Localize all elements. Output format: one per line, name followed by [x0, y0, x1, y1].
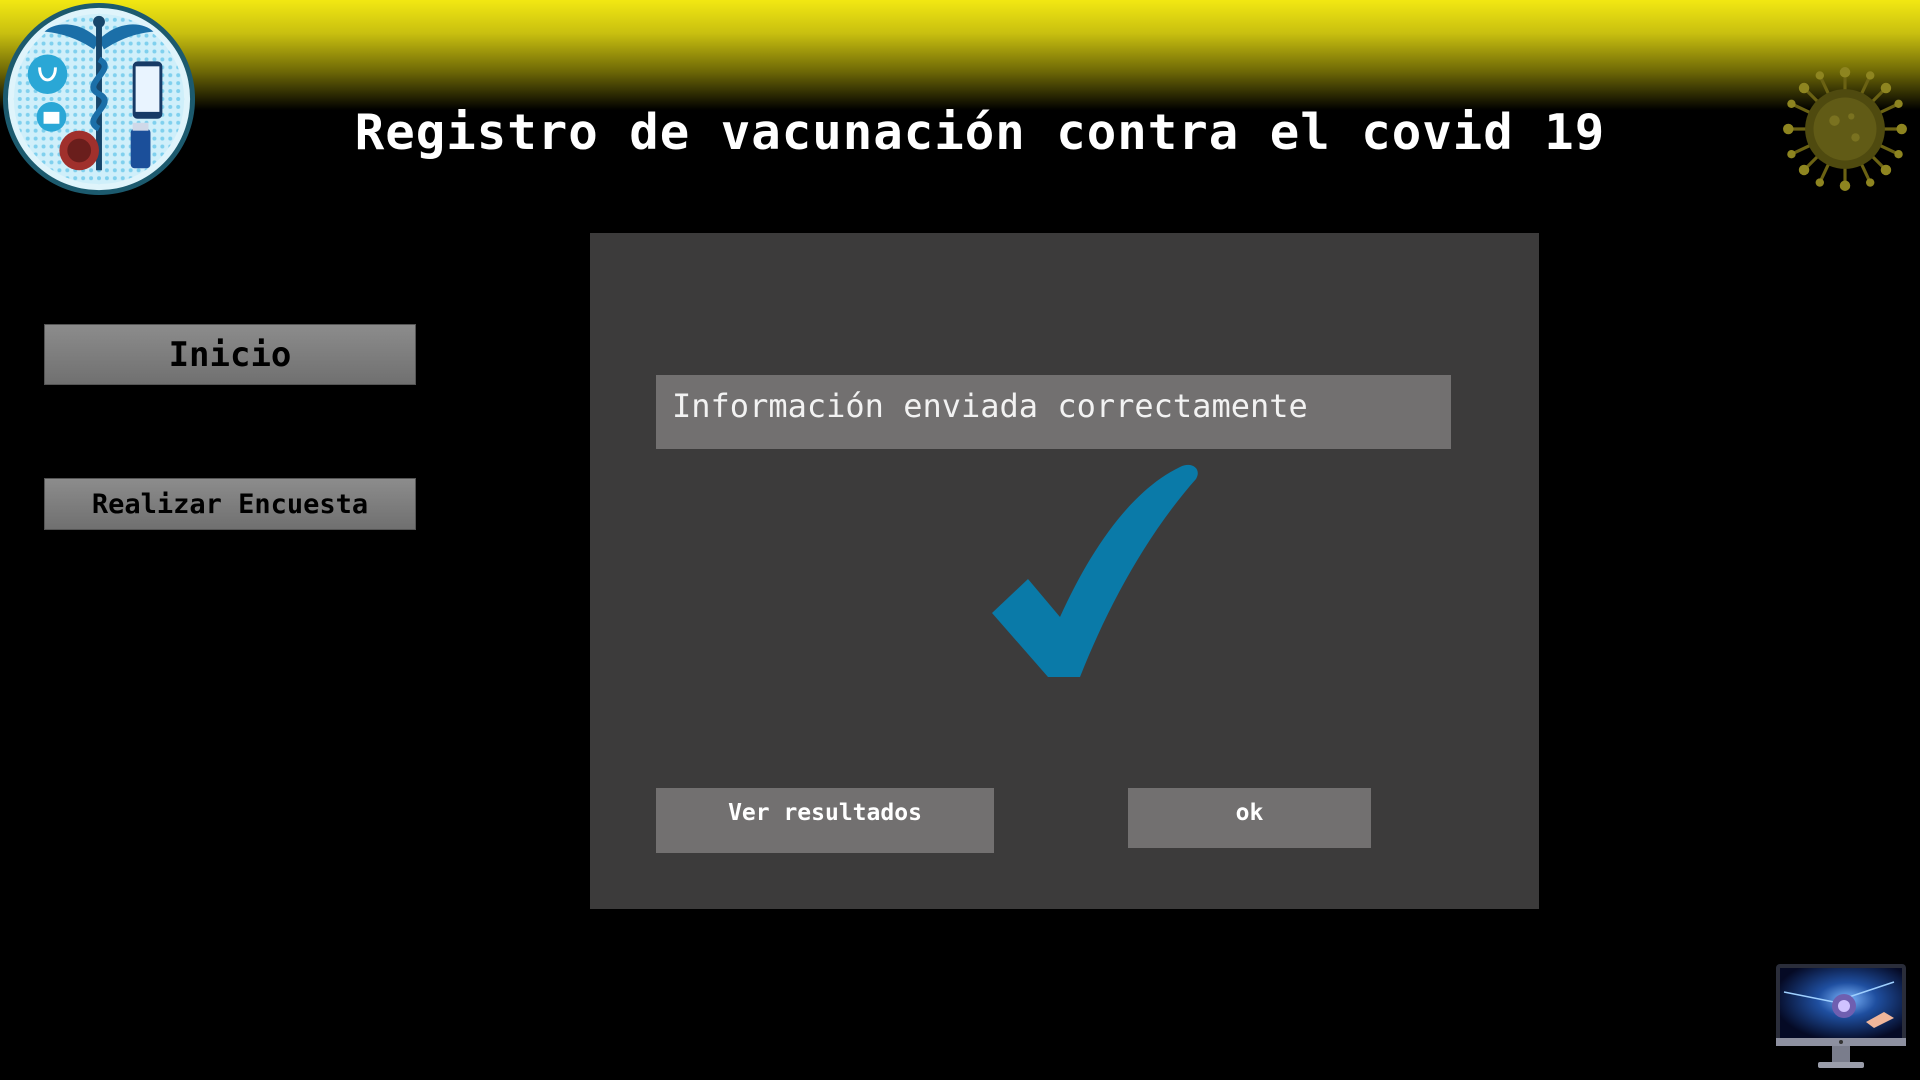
app-window: Registro de vacunación contra el covid 1…	[0, 0, 1920, 1080]
ok-button[interactable]: ok	[1128, 788, 1371, 848]
confirmation-dialog: Información enviada correctamente Ver re…	[590, 233, 1539, 909]
nav-inicio-button[interactable]: Inicio	[44, 324, 416, 385]
confirmation-message: Información enviada correctamente	[656, 375, 1451, 449]
virus-icon	[1783, 67, 1907, 191]
header-banner	[0, 0, 1920, 110]
nav-realizar-encuesta-button[interactable]: Realizar Encuesta	[44, 478, 416, 530]
ver-resultados-button[interactable]: Ver resultados	[656, 788, 994, 853]
medical-caduceus-logo	[2, 2, 196, 196]
checkmark-icon	[992, 464, 1198, 677]
monitor-icon	[1776, 964, 1906, 1068]
page-title: Registro de vacunación contra el covid 1…	[354, 104, 1606, 161]
